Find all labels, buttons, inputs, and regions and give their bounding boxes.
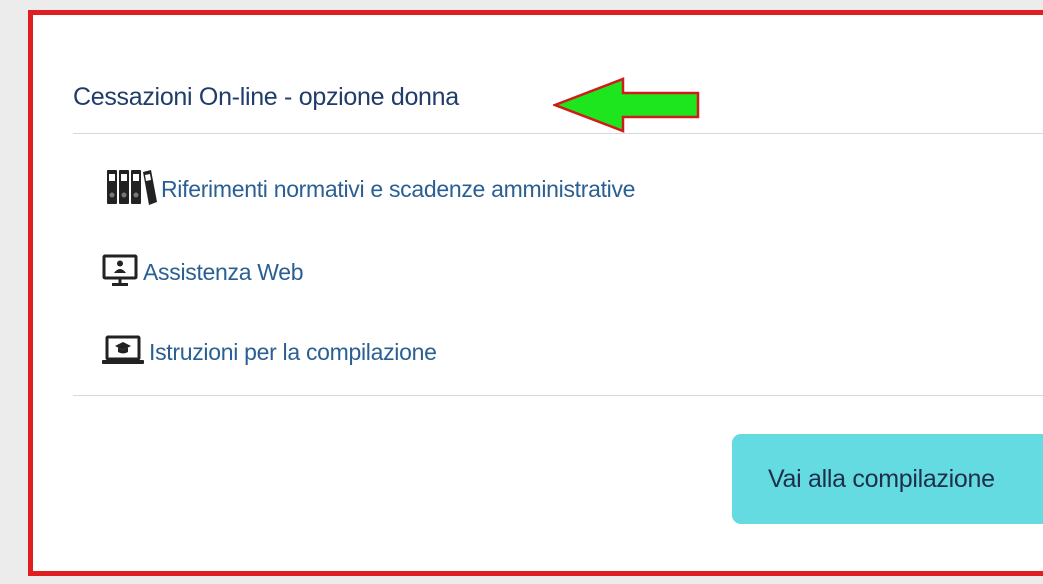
page: Cessazioni On-line - opzione donna Rifer… bbox=[0, 0, 1043, 584]
link-label: Assistenza Web bbox=[143, 259, 304, 285]
arrow-left-icon bbox=[553, 77, 700, 133]
divider-bottom bbox=[73, 395, 1043, 396]
link-riferimenti-normativi[interactable]: Riferimenti normativi e scadenze amminis… bbox=[105, 167, 635, 212]
link-label: Istruzioni per la compilazione bbox=[149, 339, 437, 365]
monitor-support-icon bbox=[101, 251, 139, 294]
card-title: Cessazioni On-line - opzione donna bbox=[73, 83, 459, 111]
link-istruzioni-compilazione[interactable]: Istruzioni per la compilazione bbox=[101, 331, 437, 374]
card-header: Cessazioni On-line - opzione donna bbox=[73, 75, 1043, 135]
link-assistenza-web[interactable]: Assistenza Web bbox=[101, 251, 304, 294]
vai-alla-compilazione-button[interactable]: Vai alla compilazione bbox=[732, 434, 1043, 524]
divider-top bbox=[73, 133, 1043, 134]
laptop-graduation-icon bbox=[101, 331, 145, 374]
highlight-frame: Cessazioni On-line - opzione donna Rifer… bbox=[28, 10, 1043, 576]
link-label: Riferimenti normativi e scadenze amminis… bbox=[161, 176, 636, 202]
binders-icon bbox=[105, 167, 157, 212]
